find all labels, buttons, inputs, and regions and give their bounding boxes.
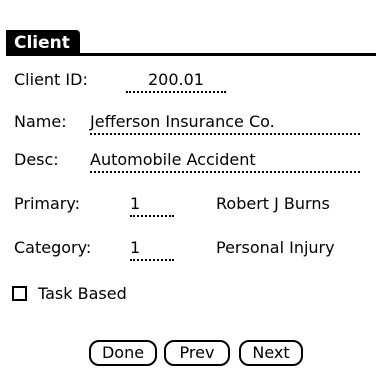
task-based-label[interactable]: Task Based — [38, 284, 127, 304]
primary-name: Robert J Burns — [216, 194, 330, 213]
client-id-field[interactable]: 200.01 — [126, 70, 226, 93]
title-rule — [6, 53, 376, 56]
primary-label: Primary: — [14, 194, 81, 213]
title-bar: Client — [6, 30, 376, 56]
category-name: Personal Injury — [216, 238, 335, 257]
desc-label: Desc: — [14, 150, 59, 169]
category-label: Category: — [14, 238, 92, 257]
client-form: Client Client ID: 200.01 Name: Jefferson… — [6, 0, 383, 383]
task-based-checkbox[interactable] — [12, 286, 27, 301]
name-field[interactable]: Jefferson Insurance Co. — [90, 112, 360, 135]
category-field[interactable]: 1 — [130, 238, 174, 261]
desc-field[interactable]: Automobile Accident — [90, 150, 360, 173]
next-button[interactable]: Next — [239, 340, 303, 366]
done-button[interactable]: Done — [89, 340, 157, 366]
prev-button[interactable]: Prev — [164, 340, 230, 366]
primary-field[interactable]: 1 — [130, 194, 174, 217]
name-label: Name: — [14, 112, 67, 131]
client-id-label: Client ID: — [14, 70, 88, 89]
